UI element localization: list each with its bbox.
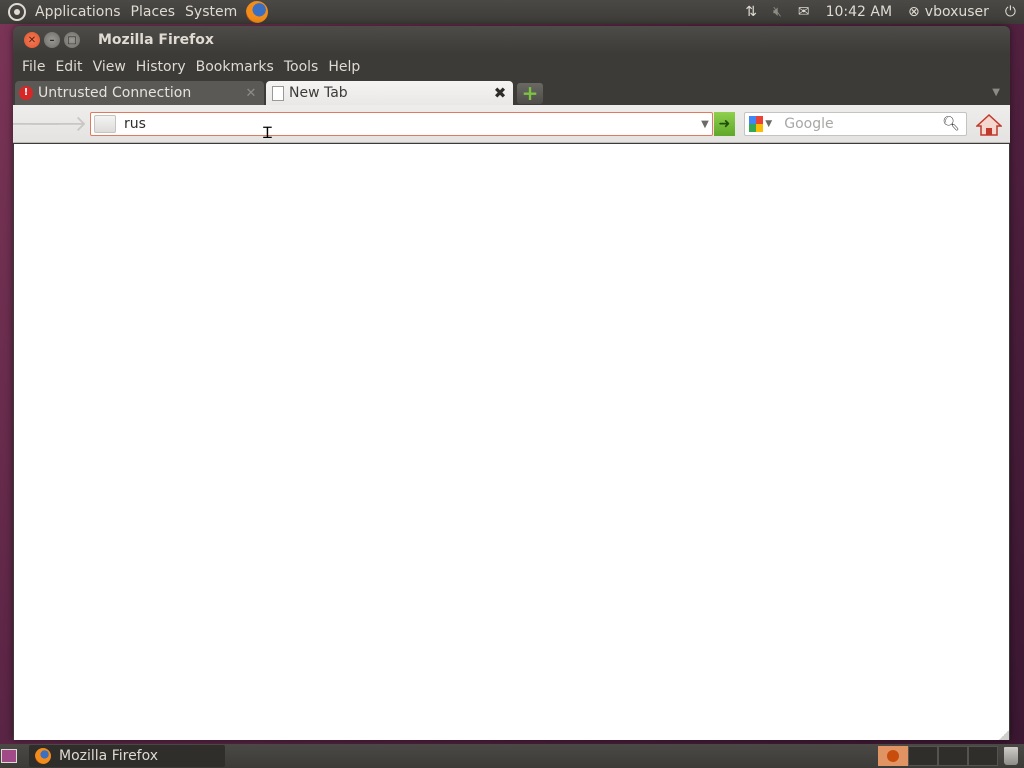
taskbar-item-label: Mozilla Firefox: [59, 748, 159, 764]
window-close-button[interactable]: ✕: [24, 32, 40, 48]
menu-file[interactable]: File: [17, 59, 50, 75]
window-title: Mozilla Firefox: [98, 32, 214, 48]
menu-help[interactable]: Help: [323, 59, 365, 75]
page-icon: [272, 85, 284, 101]
menu-bar: File Edit View History Bookmarks Tools H…: [13, 54, 1010, 80]
clock[interactable]: 10:42 AM: [818, 0, 900, 24]
workspace-1[interactable]: [878, 746, 908, 766]
menu-view[interactable]: View: [88, 59, 131, 75]
url-bar: ▼: [90, 112, 713, 136]
firefox-launcher-icon[interactable]: [246, 1, 269, 23]
workspace-switcher: [878, 745, 998, 767]
new-tab-button[interactable]: +: [517, 83, 543, 104]
workspace-4[interactable]: [968, 746, 998, 766]
workspace-2[interactable]: [908, 746, 938, 766]
tab-label: New Tab: [289, 85, 348, 101]
firefox-icon: [35, 748, 51, 764]
clock-label: 10:42 AM: [825, 4, 893, 20]
go-button[interactable]: ➜: [714, 112, 735, 136]
home-icon: [975, 113, 1003, 136]
places-menu[interactable]: Places: [126, 0, 181, 24]
network-indicator[interactable]: ⇅: [737, 0, 765, 24]
firefox-window: ✕ – □ Mozilla Firefox File Edit View His…: [13, 26, 1010, 740]
engine-dropdown-icon[interactable]: ▼: [765, 119, 772, 129]
url-history-dropdown-icon[interactable]: ▼: [698, 119, 712, 130]
applications-menu[interactable]: Applications: [30, 0, 126, 24]
menu-tools[interactable]: Tools: [279, 59, 324, 75]
system-tray: ⇅ 🔇︎ ✉ 10:42 AM ⊗ vboxuser ⏻: [737, 0, 1024, 24]
tab-close-icon[interactable]: ✖: [491, 84, 509, 102]
main-menu: Applications Places System: [0, 0, 269, 24]
tab-list-dropdown-icon[interactable]: ▼: [992, 87, 1000, 98]
power-icon: ⏻: [1004, 4, 1016, 20]
bottom-panel: Mozilla Firefox: [0, 744, 1024, 768]
volume-muted-icon: 🔇︎: [773, 4, 782, 20]
volume-indicator[interactable]: 🔇︎: [765, 0, 790, 24]
site-identity-icon[interactable]: [94, 115, 116, 133]
tab-new-tab[interactable]: New Tab ✖: [266, 81, 513, 105]
window-titlebar[interactable]: ✕ – □ Mozilla Firefox: [13, 26, 1010, 54]
messaging-indicator[interactable]: ✉: [790, 0, 818, 24]
tab-untrusted-connection[interactable]: ! Untrusted Connection ✕: [15, 81, 264, 105]
top-panel: Applications Places System ⇅ 🔇︎ ✉ 10:42 …: [0, 0, 1024, 24]
user-status-icon: ⊗: [908, 4, 920, 20]
user-menu[interactable]: ⊗ vboxuser: [900, 0, 997, 24]
url-input[interactable]: [122, 115, 698, 133]
session-menu[interactable]: ⏻: [997, 0, 1024, 24]
window-minimize-button[interactable]: –: [44, 32, 60, 48]
resize-grip[interactable]: [999, 730, 1009, 740]
user-name: vboxuser: [924, 4, 989, 20]
text-cursor-icon: Ɪ: [263, 123, 272, 142]
tab-close-icon[interactable]: ✕: [242, 86, 260, 101]
taskbar-item-firefox[interactable]: Mozilla Firefox: [29, 745, 225, 767]
envelope-icon: ✉: [797, 4, 810, 20]
trash-icon[interactable]: [1004, 747, 1018, 765]
search-icon[interactable]: 🔍︎: [942, 116, 960, 132]
show-desktop-button[interactable]: [1, 749, 17, 763]
google-engine-icon[interactable]: [749, 116, 764, 132]
workspace-3[interactable]: [938, 746, 968, 766]
menu-edit[interactable]: Edit: [50, 59, 87, 75]
network-icon: ⇅: [745, 4, 758, 20]
page-content[interactable]: [14, 144, 1009, 740]
search-input[interactable]: [782, 115, 943, 133]
warning-icon: !: [19, 86, 33, 100]
tab-bar: ! Untrusted Connection ✕ New Tab ✖ + ▼: [13, 80, 1010, 105]
window-maximize-button[interactable]: □: [64, 32, 80, 48]
tab-label: Untrusted Connection: [38, 85, 192, 101]
menu-history[interactable]: History: [131, 59, 191, 75]
home-button[interactable]: [975, 113, 1003, 137]
forward-button[interactable]: 🡒: [29, 111, 88, 137]
navigation-toolbar: 🡐 🡒 ▼ ➜ ▼ 🔍︎: [13, 105, 1010, 143]
menu-bookmarks[interactable]: Bookmarks: [191, 59, 279, 75]
ubuntu-logo-icon[interactable]: [8, 3, 26, 21]
search-bar: ▼ 🔍︎: [744, 112, 967, 136]
system-menu[interactable]: System: [180, 0, 242, 24]
